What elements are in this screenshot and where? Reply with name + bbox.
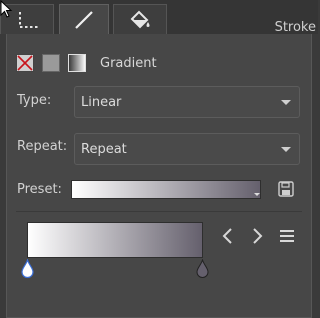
tab-bar: Stroke	[0, 0, 318, 35]
panel-title: Stroke	[274, 20, 316, 35]
repeat-dropdown[interactable]: Repeat	[74, 133, 300, 165]
fill-type-selector: Gradient	[16, 52, 157, 74]
gradient-stop-start[interactable]	[21, 259, 34, 279]
fill-type-label: Gradient	[100, 55, 157, 71]
stroke-settings-panel	[6, 34, 312, 318]
paint-bucket-icon	[130, 10, 150, 28]
menu-icon[interactable]	[278, 226, 296, 246]
previous-stop-icon[interactable]	[220, 226, 236, 246]
repeat-value: Repeat	[81, 141, 127, 157]
type-dropdown[interactable]: Linear	[74, 86, 300, 118]
chevron-down-icon	[281, 147, 291, 152]
x-mark-icon	[17, 55, 33, 71]
line-icon	[75, 10, 93, 29]
flat-color-option[interactable]	[42, 54, 60, 72]
type-label: Type:	[17, 93, 52, 108]
gradient-stop-end[interactable]	[196, 259, 209, 279]
type-value: Linear	[81, 94, 122, 110]
divider	[16, 211, 302, 212]
mouse-pointer-icon	[0, 0, 13, 18]
chevron-down-icon	[281, 100, 291, 105]
preset-gradient-selector[interactable]	[71, 180, 261, 199]
preset-dropdown-arrow-icon	[254, 193, 260, 196]
no-fill-option[interactable]	[16, 54, 34, 72]
save-preset-icon[interactable]	[278, 181, 294, 197]
preset-label: Preset:	[17, 182, 62, 197]
repeat-label: Repeat:	[17, 139, 68, 154]
gradient-option[interactable]	[68, 54, 86, 72]
dotted-corner-icon	[19, 11, 38, 28]
tab-stroke[interactable]	[59, 4, 109, 34]
next-stop-icon[interactable]	[249, 226, 265, 246]
gradient-preview[interactable]	[27, 222, 203, 258]
tab-paint-bucket[interactable]	[113, 4, 167, 34]
